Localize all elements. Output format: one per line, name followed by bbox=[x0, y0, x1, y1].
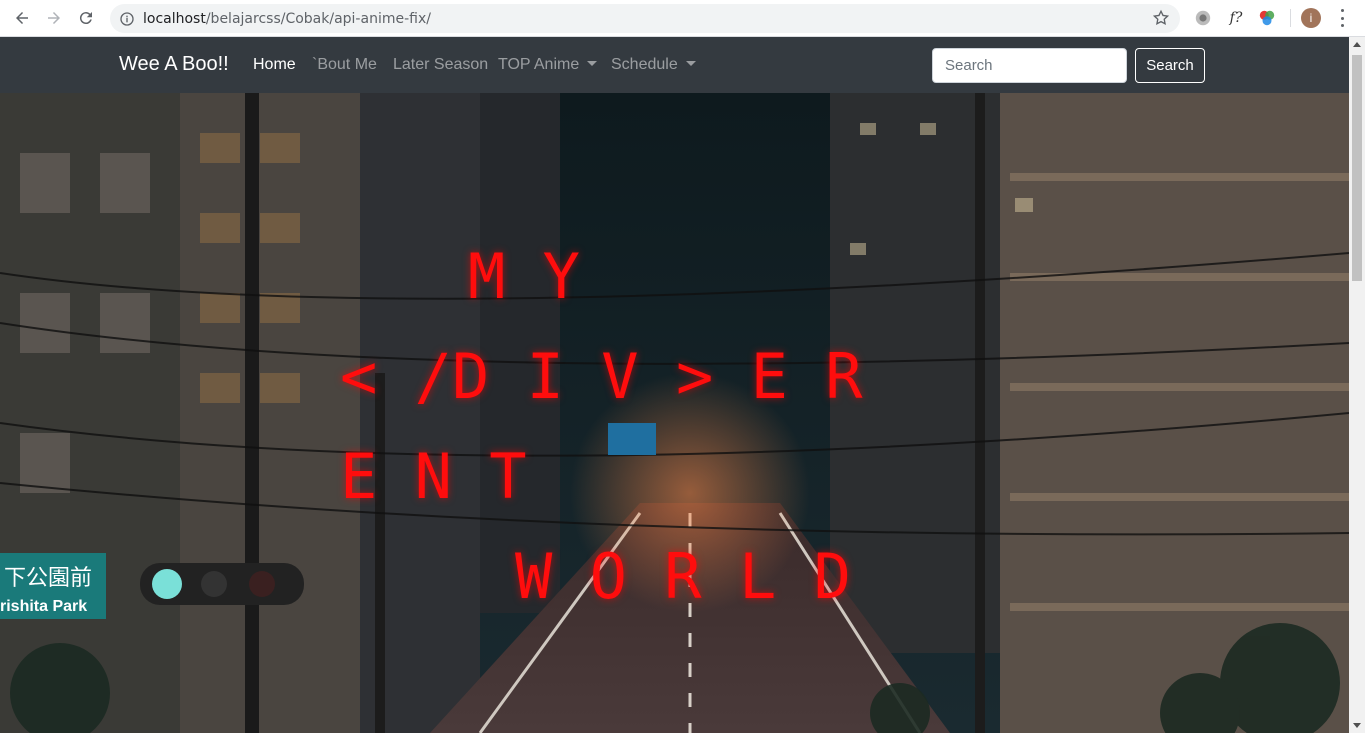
extension-globe-icon[interactable] bbox=[1193, 8, 1213, 28]
profile-avatar[interactable]: i bbox=[1301, 8, 1321, 28]
hero-title-line-3: E N T bbox=[340, 440, 527, 513]
menu-kebab-icon[interactable] bbox=[1336, 9, 1348, 27]
nav-link-bout-me[interactable]: `Bout Me bbox=[312, 56, 377, 74]
scroll-down-icon[interactable] bbox=[1353, 723, 1361, 728]
nav-link-later-season[interactable]: Later Season bbox=[393, 56, 488, 74]
hero-title-line-1: M Y bbox=[468, 240, 580, 313]
nav-dropdown-schedule[interactable]: Schedule bbox=[611, 56, 696, 74]
browser-toolbar: localhost/belajarcss/Cobak/api-anime-fix… bbox=[0, 0, 1365, 37]
extension-color-icon[interactable] bbox=[1257, 8, 1277, 28]
page-viewport: Wee A Boo!! Home `Bout Me Later Season T… bbox=[0, 37, 1349, 733]
hero-banner: 下公園前 rishita Park M Y < /D I V > E R E N… bbox=[0, 93, 1349, 733]
night-street-background-image: 下公園前 rishita Park bbox=[0, 93, 1349, 733]
caret-down-icon bbox=[685, 61, 696, 66]
hero-title-line-2: < /D I V > E R bbox=[340, 340, 863, 413]
forward-icon[interactable] bbox=[42, 6, 66, 30]
nav-dropdown-top-anime[interactable]: TOP Anime bbox=[498, 56, 598, 74]
search-button[interactable]: Search bbox=[1135, 48, 1205, 83]
info-icon[interactable] bbox=[119, 11, 135, 27]
search-input[interactable] bbox=[932, 48, 1127, 83]
caret-down-icon bbox=[587, 61, 598, 66]
reload-icon[interactable] bbox=[74, 6, 98, 30]
back-icon[interactable] bbox=[10, 6, 34, 30]
navbar-brand[interactable]: Wee A Boo!! bbox=[119, 53, 229, 76]
toolbar-separator bbox=[1290, 9, 1291, 27]
vertical-scrollbar[interactable] bbox=[1349, 37, 1365, 733]
scroll-up-icon[interactable] bbox=[1353, 42, 1361, 47]
street-sign-text-1: 下公園前 bbox=[4, 566, 92, 591]
navbar: Wee A Boo!! Home `Bout Me Later Season T… bbox=[0, 37, 1349, 93]
extension-font-icon[interactable]: f? bbox=[1226, 8, 1246, 28]
nav-link-home[interactable]: Home bbox=[253, 56, 296, 74]
hero-title-line-4: W O R L D bbox=[515, 540, 851, 613]
address-bar[interactable]: localhost/belajarcss/Cobak/api-anime-fix… bbox=[110, 4, 1180, 33]
bookmark-star-icon[interactable] bbox=[1152, 9, 1170, 27]
scrollbar-thumb[interactable] bbox=[1352, 55, 1362, 281]
url-text: localhost/belajarcss/Cobak/api-anime-fix… bbox=[143, 10, 431, 27]
street-sign-text-2: rishita Park bbox=[0, 598, 87, 615]
